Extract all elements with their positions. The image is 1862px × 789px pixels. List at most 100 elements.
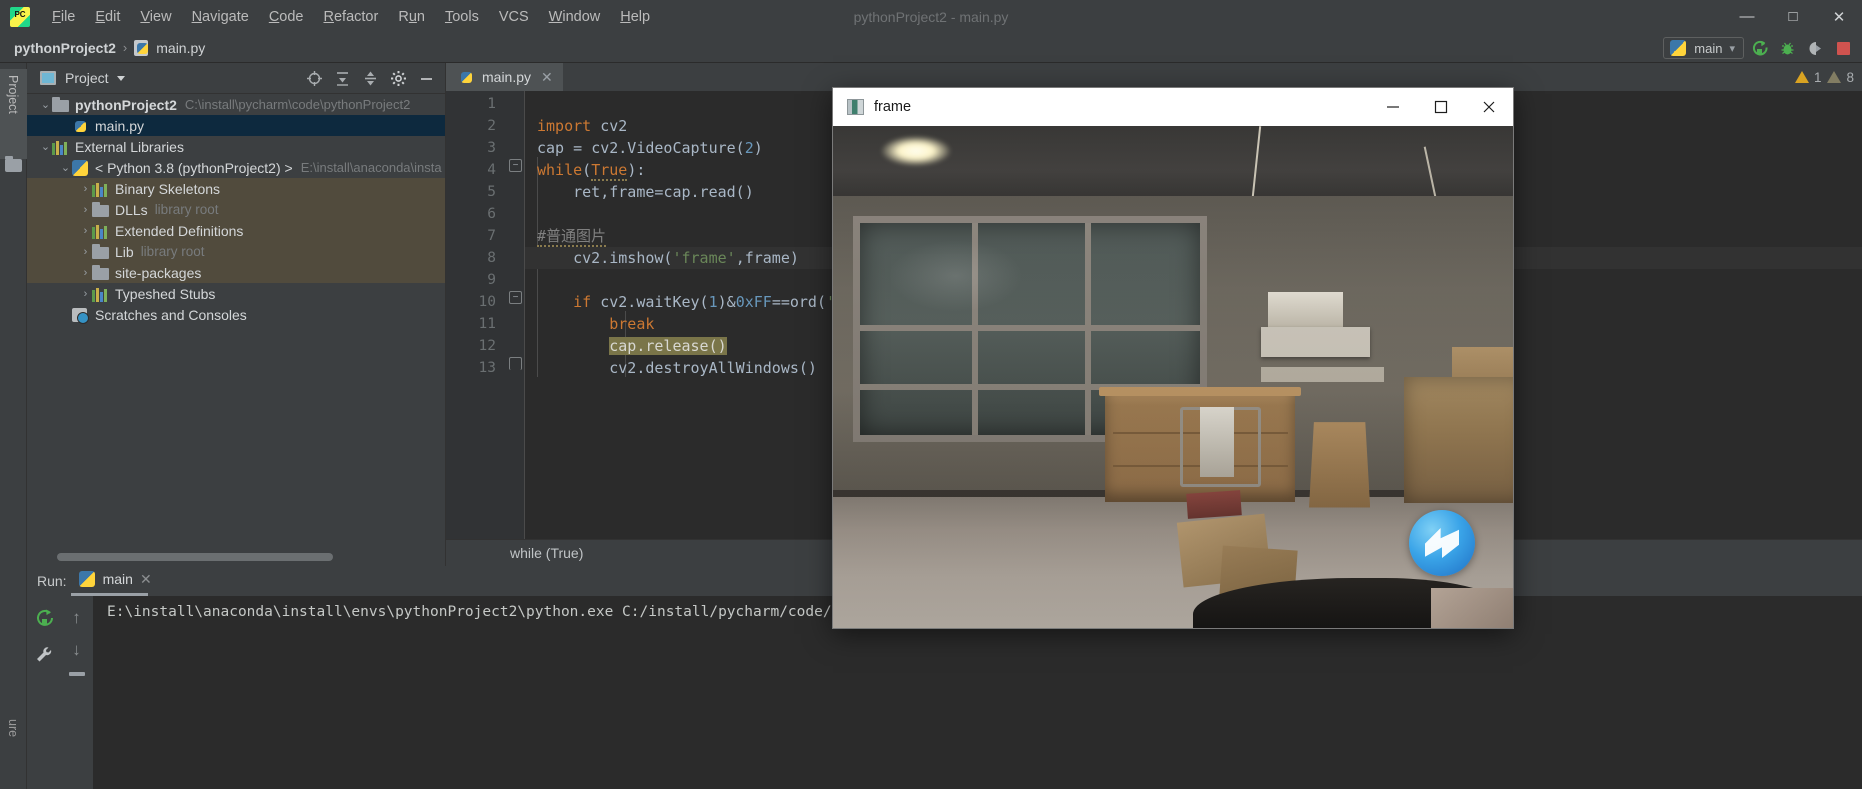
tree-item-python-3-8-pythonproject2[interactable]: ⌄ < Python 3.8 (pythonProject2) > E:\insta… [27, 157, 445, 178]
tree-item-extended-definitions[interactable]: › Extended Definitions [27, 220, 445, 241]
project-panel-title: Project [65, 70, 109, 86]
opencv-frame-window[interactable]: frame [833, 88, 1513, 628]
chevron-right-icon[interactable]: › [79, 183, 92, 195]
tree-item-label: site-packages [115, 264, 202, 281]
arrow-up-icon[interactable]: ↑ [72, 608, 81, 628]
gear-icon[interactable] [385, 65, 411, 91]
fold-region-end[interactable] [509, 357, 522, 370]
watermark-logo-icon [1409, 510, 1475, 576]
coverage-icon[interactable] [1802, 36, 1828, 60]
crosshair-icon[interactable] [301, 65, 327, 91]
status-badge-weak-warnings[interactable]: 8 [1827, 70, 1854, 85]
chevron-right-icon[interactable]: › [79, 204, 92, 216]
menu-view[interactable]: View [130, 6, 181, 28]
rerun-icon[interactable] [34, 608, 54, 633]
python-icon [72, 159, 89, 176]
project-horizontal-scrollbar[interactable] [57, 553, 333, 561]
wrap-icon[interactable] [68, 672, 85, 676]
chevron-right-icon[interactable]: › [79, 288, 92, 300]
breadcrumb-file[interactable]: main.py [156, 40, 205, 56]
editor-breadcrumb-text: while (True) [510, 545, 584, 561]
tree-item-path: E:\install\anaconda\insta [300, 160, 442, 175]
wrench-icon[interactable] [34, 645, 54, 670]
chevron-right-icon[interactable]: › [79, 267, 92, 279]
tree-item-label: main.py [95, 117, 145, 134]
tree-item-site-packages[interactable]: › site-packages [27, 262, 445, 283]
minimize-button[interactable]: — [1724, 0, 1770, 33]
status-badge-warnings[interactable]: 1 [1794, 70, 1821, 85]
stop-icon[interactable] [1830, 36, 1856, 60]
run-configuration-selector[interactable]: main ▾ [1663, 37, 1744, 59]
tree-item-label: Scratches and Consoles [95, 306, 247, 323]
chevron-down-icon[interactable] [116, 75, 125, 81]
stripe-button-structure-label: ure [6, 719, 20, 738]
editor-gutter[interactable]: 1 2 3 4 5 6 7 8 9 10 11 12 13 [446, 91, 506, 539]
editor-tab-main-py[interactable]: main.py ✕ [446, 63, 563, 91]
tree-item-main-py[interactable]: main.py [27, 115, 445, 136]
python-run-config-icon [1670, 40, 1687, 56]
folder-icon [52, 96, 69, 113]
close-icon[interactable]: ✕ [541, 69, 553, 86]
tree-item-lib[interactable]: › Lib library root [27, 241, 445, 262]
chevron-right-icon[interactable]: › [79, 246, 92, 258]
menu-window[interactable]: Window [539, 6, 611, 28]
tree-item-pythonproject2[interactable]: ⌄ pythonProject2 C:\install\pycharm\code\p… [27, 94, 445, 115]
line-number: 4 [487, 162, 496, 178]
expand-all-icon[interactable] [329, 65, 355, 91]
menu-edit[interactable]: Edit [85, 6, 130, 28]
stripe-button-structure[interactable]: ure [0, 715, 27, 785]
opencv-minimize-button[interactable] [1369, 88, 1417, 126]
arrow-down-icon[interactable]: ↓ [72, 640, 81, 660]
run-side-column-left [27, 602, 60, 670]
bug-icon[interactable] [1774, 36, 1800, 60]
editor-tabbar: main.py ✕ 1 8 [446, 63, 1862, 91]
run-tab-main[interactable]: main ✕ [70, 571, 152, 596]
menu-navigate[interactable]: Navigate [182, 6, 259, 28]
menu-refactor[interactable]: Refactor [314, 6, 389, 28]
warning-triangle-icon [1794, 71, 1809, 83]
tree-item-scratches-and-consoles[interactable]: Scratches and Consoles [27, 304, 445, 325]
breadcrumb-project[interactable]: pythonProject2 [14, 40, 116, 56]
chevron-down-icon[interactable]: ⌄ [39, 98, 52, 111]
minus-icon[interactable] [413, 65, 439, 91]
run-side-toolbar: ↑ ↓ [27, 596, 93, 789]
editor-tab-label: main.py [482, 69, 532, 85]
tree-item-label: pythonProject2 [75, 96, 177, 113]
fold-marker-if[interactable]: − [509, 291, 522, 304]
project-tree[interactable]: ⌄ pythonProject2 C:\install\pycharm\code\p… [27, 94, 445, 548]
tree-item-sublabel: library root [140, 244, 205, 259]
chevron-right-icon[interactable]: › [79, 225, 92, 237]
stripe-button-project[interactable]: Project [0, 69, 27, 159]
menu-file[interactable]: File [42, 6, 85, 28]
tree-item-external-libraries[interactable]: ⌄ External Libraries [27, 136, 445, 157]
run-side-column-right: ↑ ↓ [60, 602, 93, 676]
project-panel-header: Project [27, 63, 445, 94]
tree-item-dlls[interactable]: › DLLs library root [27, 199, 445, 220]
tree-item-binary-skeletons[interactable]: › Binary Skeletons [27, 178, 445, 199]
maximize-button[interactable]: □ [1770, 0, 1816, 33]
opencv-close-button[interactable] [1465, 88, 1513, 126]
menu-help[interactable]: Help [610, 6, 660, 28]
inspection-widget: 1 8 [1794, 63, 1862, 91]
folder-icon[interactable] [5, 156, 22, 172]
project-panel-actions [301, 65, 445, 91]
library-bars-icon [52, 139, 69, 155]
collapse-all-icon[interactable] [357, 65, 383, 91]
close-button[interactable]: ✕ [1816, 0, 1862, 33]
chevron-down-icon[interactable]: ⌄ [59, 161, 72, 174]
chevron-down-icon[interactable]: ⌄ [39, 140, 52, 153]
tree-item-typeshed-stubs[interactable]: › Typeshed Stubs [27, 283, 445, 304]
opencv-maximize-button[interactable] [1417, 88, 1465, 126]
editor-fold-column[interactable]: − − [506, 91, 525, 539]
close-icon[interactable]: ✕ [140, 571, 152, 588]
menu-vcs[interactable]: VCS [489, 6, 539, 28]
opencv-window-titlebar[interactable]: frame [833, 88, 1513, 126]
weak-warning-triangle-icon [1827, 71, 1842, 83]
menu-tools[interactable]: Tools [435, 6, 489, 28]
library-bars-icon [92, 223, 109, 239]
menu-code[interactable]: Code [259, 6, 314, 28]
menu-run[interactable]: Run [388, 6, 435, 28]
fold-marker-while[interactable]: − [509, 159, 522, 172]
run-icon[interactable] [1746, 36, 1772, 60]
navigation-bar: pythonProject2 › main.py main ▾ [0, 33, 1862, 63]
